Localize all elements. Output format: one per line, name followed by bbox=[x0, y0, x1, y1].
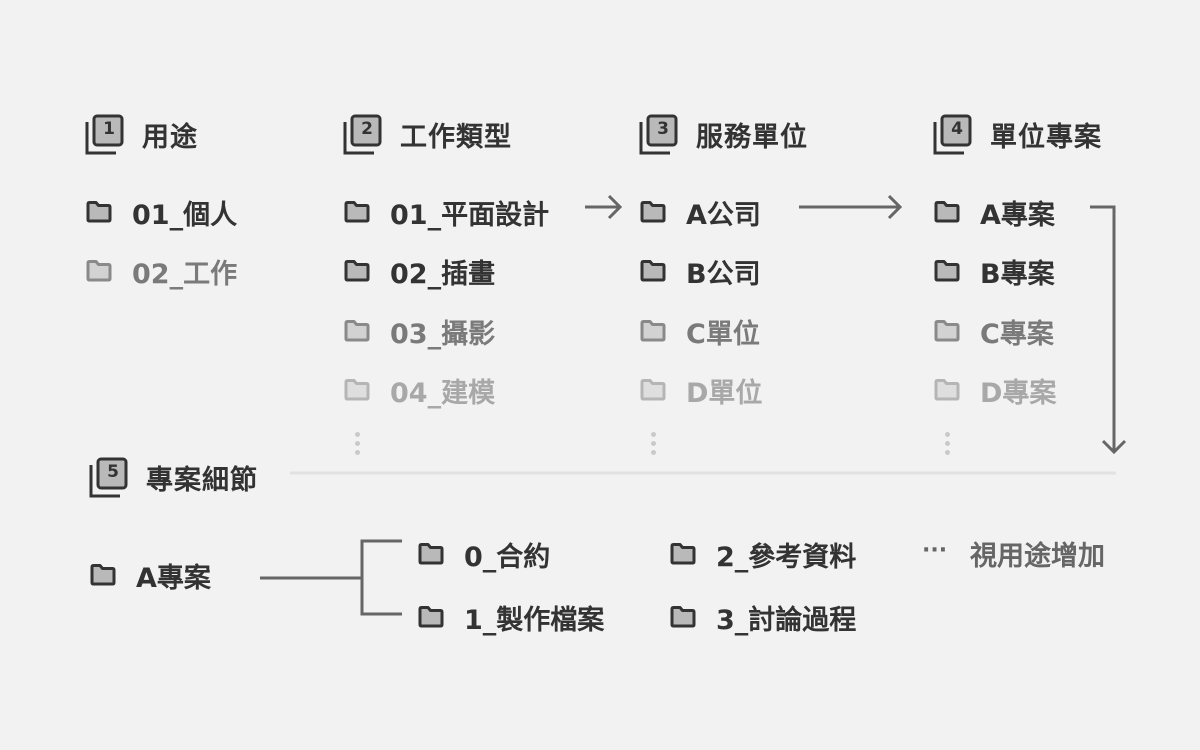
details-child-folder[interactable]: 0_合約 bbox=[418, 534, 550, 574]
folder-label: A專案 bbox=[136, 562, 211, 594]
details-root-folder[interactable]: A專案 bbox=[90, 555, 211, 595]
add-as-needed-note: 視用途增加 bbox=[970, 541, 1105, 572]
arrow-col3-to-col4 bbox=[799, 194, 903, 220]
folder-label: 0_合約 bbox=[464, 541, 551, 573]
folder-label: 3_討論過程 bbox=[716, 604, 857, 636]
connectors bbox=[260, 194, 1127, 616]
ellipsis: ··· bbox=[922, 538, 948, 563]
step-5-header: 5 專案細節 bbox=[88, 455, 258, 499]
tree-connector bbox=[260, 539, 402, 616]
step-5-badge-icon: 5 bbox=[88, 457, 128, 498]
details-child-folder[interactable]: 3_討論過程 bbox=[670, 597, 856, 637]
folder-label: 1_製作檔案 bbox=[464, 604, 605, 636]
arrow-col4-to-details bbox=[1090, 205, 1127, 455]
folder-icon bbox=[418, 606, 444, 628]
arrow-col2-to-col3 bbox=[585, 194, 623, 220]
step-number: 5 bbox=[107, 462, 119, 482]
details-child-folder[interactable]: 1_製作檔案 bbox=[418, 597, 604, 637]
folder-icon bbox=[670, 543, 696, 565]
folder-icon bbox=[90, 564, 116, 586]
details-child-folder[interactable]: 2_參考資料 bbox=[670, 534, 856, 574]
folder-icon bbox=[670, 606, 696, 628]
folder-icon bbox=[418, 543, 444, 565]
details-title: 專案細節 bbox=[146, 464, 258, 496]
folder-label: 2_參考資料 bbox=[716, 541, 857, 573]
